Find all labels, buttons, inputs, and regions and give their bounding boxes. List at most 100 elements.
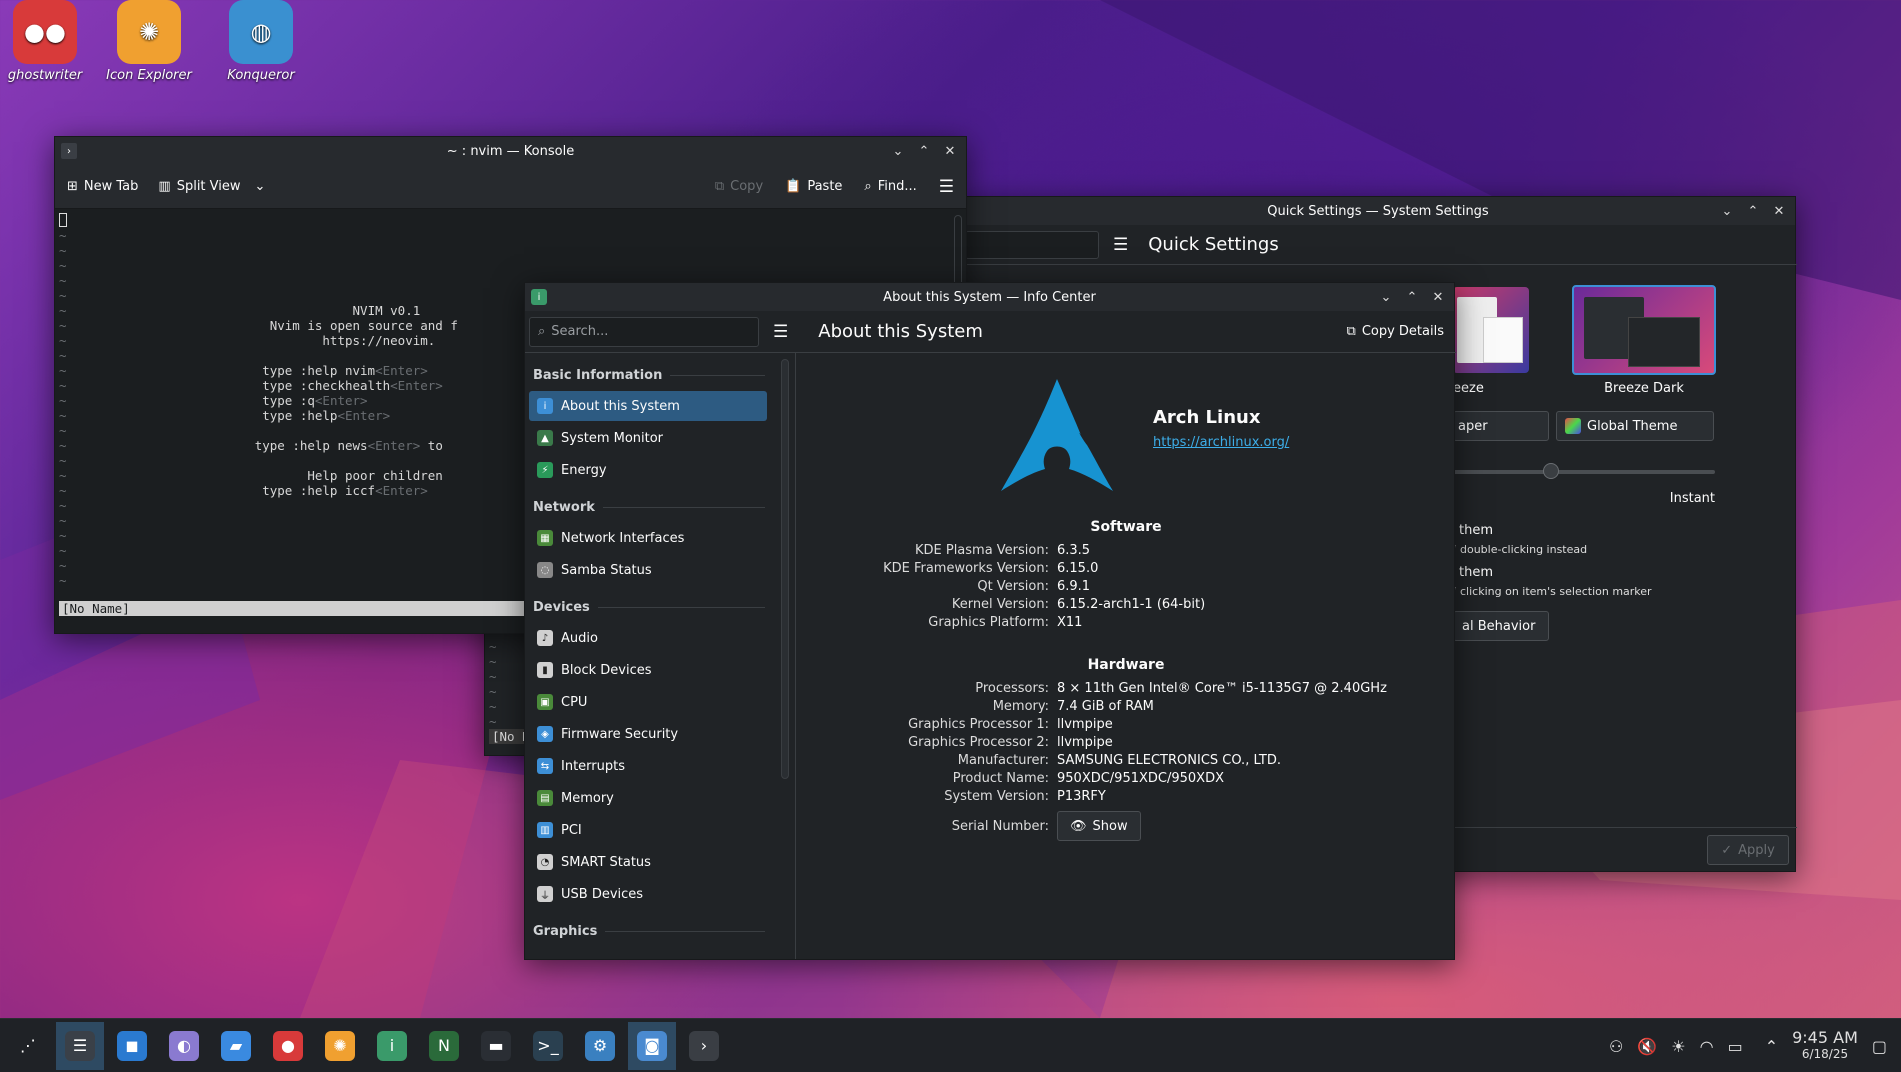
battery-icon[interactable]: ▭ [1728,1037,1743,1056]
apply-button[interactable]: ✓ Apply [1707,835,1789,865]
click-option-2[interactable]: them [1459,565,1493,580]
hamburger-menu-icon[interactable]: ☰ [773,322,788,342]
infocenter-titlebar[interactable]: i About this System — Info Center ⌄ ⌃ ✕ [525,283,1454,311]
desktop-icon-ghostwriter[interactable]: ●● ghostwriter [0,0,90,83]
pager-icon: ☰ [65,1030,95,1061]
minimize-icon[interactable]: ⌄ [1717,201,1737,221]
maximize-icon[interactable]: ⌃ [914,141,934,161]
breeze-dark-theme-preview[interactable] [1572,285,1716,375]
software-row: Qt Version: 6.9.1 [977,578,1091,594]
window-title: ~ : nvim — Konsole [446,143,575,159]
arch-linux-logo [1001,379,1113,491]
taskbar-system-settings[interactable]: ⚙ [576,1022,624,1070]
sidebar-item-network-interfaces[interactable]: ▦ Network Interfaces [529,523,767,553]
slider-handle[interactable] [1543,463,1559,479]
paste-button[interactable]: 📋 Paste [785,179,842,194]
hamburger-menu-icon[interactable]: ☰ [939,177,954,197]
sidebar-item-audio[interactable]: ♪ Audio [529,623,767,653]
minimize-icon[interactable]: ⌄ [1376,287,1396,307]
page-title: Quick Settings [1148,234,1279,255]
desktop-icon-icon-explorer[interactable]: ✺ Icon Explorer [104,0,194,83]
sidebar-item-usb-devices[interactable]: ⏚ USB Devices [529,879,767,909]
memory-icon: ▤ [537,790,553,806]
settings-titlebar[interactable]: Quick Settings — System Settings ⌄ ⌃ ✕ [961,197,1795,225]
settings-search-input[interactable] [965,230,1099,259]
chevron-up-icon[interactable]: ⌃ [1765,1037,1778,1056]
taskbar-konsole-dark[interactable]: ▬ [472,1022,520,1070]
minimize-icon[interactable]: ⌄ [888,141,908,161]
discover-icon: ◼ [117,1030,147,1061]
sidebar-item-energy[interactable]: ⚡ Energy [529,455,767,485]
copy-details-button[interactable]: ⧉ Copy Details [1347,324,1444,339]
sidebar-item-smart-status[interactable]: ◔ SMART Status [529,847,767,877]
taskbar-icon-explorer[interactable]: ✺ [316,1022,364,1070]
search-input[interactable]: ⌕ Search... [529,316,759,347]
wallpaper-button[interactable]: aper [1453,411,1549,441]
hardware-row: Manufacturer: SAMSUNG ELECTRONICS CO., LT… [957,752,1281,768]
taskbar-neovim[interactable]: N [420,1022,468,1070]
brightness-icon[interactable]: ☀ [1671,1037,1685,1056]
sidebar-item-interrupts[interactable]: ⇆ Interrupts [529,751,767,781]
click-option-1[interactable]: them [1459,523,1493,538]
os-url-link[interactable]: https://archlinux.org/ [1153,435,1289,450]
breeze-theme-label: eeze [1453,381,1484,396]
close-icon[interactable]: ✕ [1769,201,1789,221]
konsole-titlebar[interactable]: › ~ : nvim — Konsole ⌄ ⌃ ✕ [55,137,966,165]
sidebar-item-samba-status[interactable]: ◌ Samba Status [529,555,767,585]
breeze-theme-preview[interactable] [1453,287,1529,373]
new-tab-button[interactable]: ⊞ New Tab [67,179,138,194]
about-content: Arch Linux https://archlinux.org/ Softwa… [797,355,1455,959]
maximize-icon[interactable]: ⌃ [1402,287,1422,307]
taskbar-application-launcher[interactable]: ⋰ [4,1022,52,1070]
global-theme-button[interactable]: Global Theme [1556,411,1714,441]
animation-speed-slider[interactable] [1453,470,1715,474]
show-serial-button[interactable]: 👁 Show [1057,811,1141,841]
find-button[interactable]: ⌕ Find... [864,179,916,194]
wifi-icon[interactable]: ◠ [1700,1037,1714,1056]
copy-button[interactable]: ⧉ Copy [715,179,763,194]
sidebar-item-block-devices[interactable]: ▮ Block Devices [529,655,767,685]
taskbar-pager[interactable]: ☰ [56,1021,104,1070]
sidebar-item-about-this-system[interactable]: i About this System [529,391,767,421]
hardware-row: System Version: P13RFY [944,788,1106,804]
clock-time: 9:45 AM [1792,1028,1858,1047]
taskbar-dolphin[interactable]: ▰ [212,1022,260,1070]
taskbar-plasma-browser[interactable]: ◐ [160,1022,208,1070]
sidebar-scrollbar[interactable] [781,359,789,779]
taskbar-discover[interactable]: ◼ [108,1022,156,1070]
dolphin-icon: ▰ [221,1030,251,1061]
general-behavior-button[interactable]: al Behavior [1453,611,1549,641]
taskbar-konsole[interactable]: › [680,1022,728,1070]
usb-icon: ⏚ [537,886,553,902]
info-center-window[interactable]: i About this System — Info Center ⌄ ⌃ ✕ … [524,282,1456,960]
system-settings-icon: ⚙ [585,1030,615,1061]
global-theme-icon [1565,418,1581,434]
hamburger-menu-icon[interactable]: ☰ [1113,235,1128,255]
hardware-row: Product Name: 950XDC/951XDC/950XDX [952,770,1225,786]
maximize-icon[interactable]: ⌃ [1743,201,1763,221]
taskbar-info-center[interactable]: i [368,1022,416,1070]
paste-icon: 📋 [785,179,802,194]
sidebar-item-system-monitor[interactable]: ▲ System Monitor [529,423,767,453]
software-row: KDE Plasma Version: 6.3.5 [914,542,1091,558]
application-launcher-icon: ⋰ [20,1036,36,1055]
desktop-icon-konqueror[interactable]: ◍ Konqueror [216,0,306,83]
sidebar-item-memory[interactable]: ▤ Memory [529,783,767,813]
volume-muted-icon[interactable]: 🔇 [1637,1037,1657,1056]
taskbar-ghostwriter[interactable]: ● [264,1022,312,1070]
show-desktop-icon[interactable]: ▢ [1872,1037,1887,1056]
taskbar-terminal[interactable]: >_ [524,1022,572,1070]
sidebar-item-cpu[interactable]: ▣ CPU [529,687,767,717]
close-icon[interactable]: ✕ [940,141,960,161]
split-view-button[interactable]: ▥ Split View ⌄ [158,179,265,194]
clock[interactable]: 9:45 AM 6/18/25 [1792,1030,1858,1062]
page-title: About this System [818,321,983,342]
cpu-icon: ▣ [537,694,553,710]
sidebar-item-firmware-security[interactable]: ◈ Firmware Security [529,719,767,749]
copy-icon: ⧉ [1346,324,1356,339]
interrupts-icon: ⇆ [537,758,553,774]
user-icon[interactable]: ⚇ [1609,1037,1623,1056]
sidebar-item-pci[interactable]: ▥ PCI [529,815,767,845]
taskbar-spectacle[interactable]: ◙ [628,1021,676,1070]
close-icon[interactable]: ✕ [1428,287,1448,307]
